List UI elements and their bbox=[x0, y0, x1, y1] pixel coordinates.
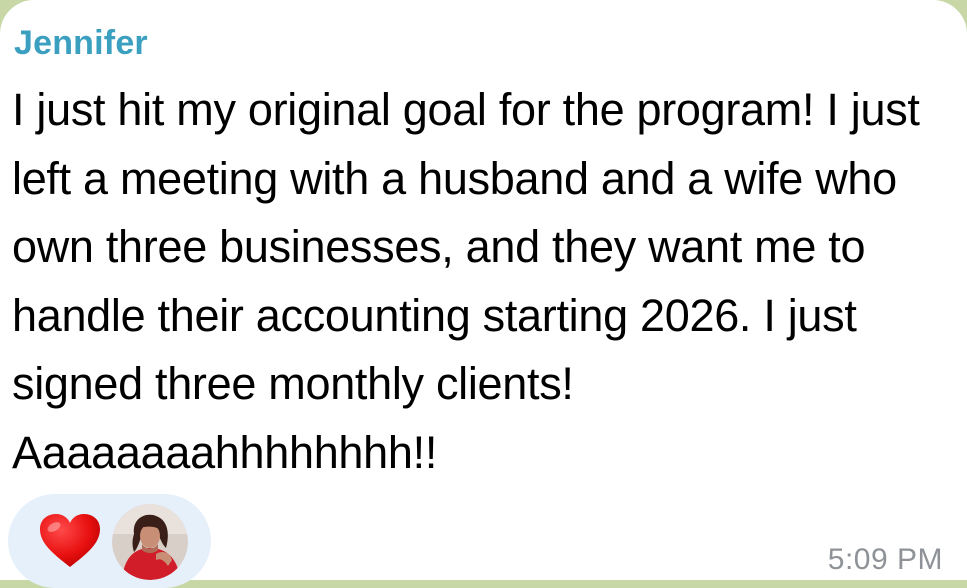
red-heart-icon bbox=[40, 514, 100, 567]
timestamp: 5:09 PM bbox=[827, 543, 943, 576]
message-bubble[interactable]: Jennifer I just hit my original goal for… bbox=[0, 0, 967, 588]
reaction-pill[interactable] bbox=[8, 494, 211, 588]
message-text: I just hit my original goal for the prog… bbox=[12, 84, 920, 478]
avatar[interactable] bbox=[112, 504, 188, 580]
sender-name[interactable]: Jennifer bbox=[14, 24, 148, 63]
